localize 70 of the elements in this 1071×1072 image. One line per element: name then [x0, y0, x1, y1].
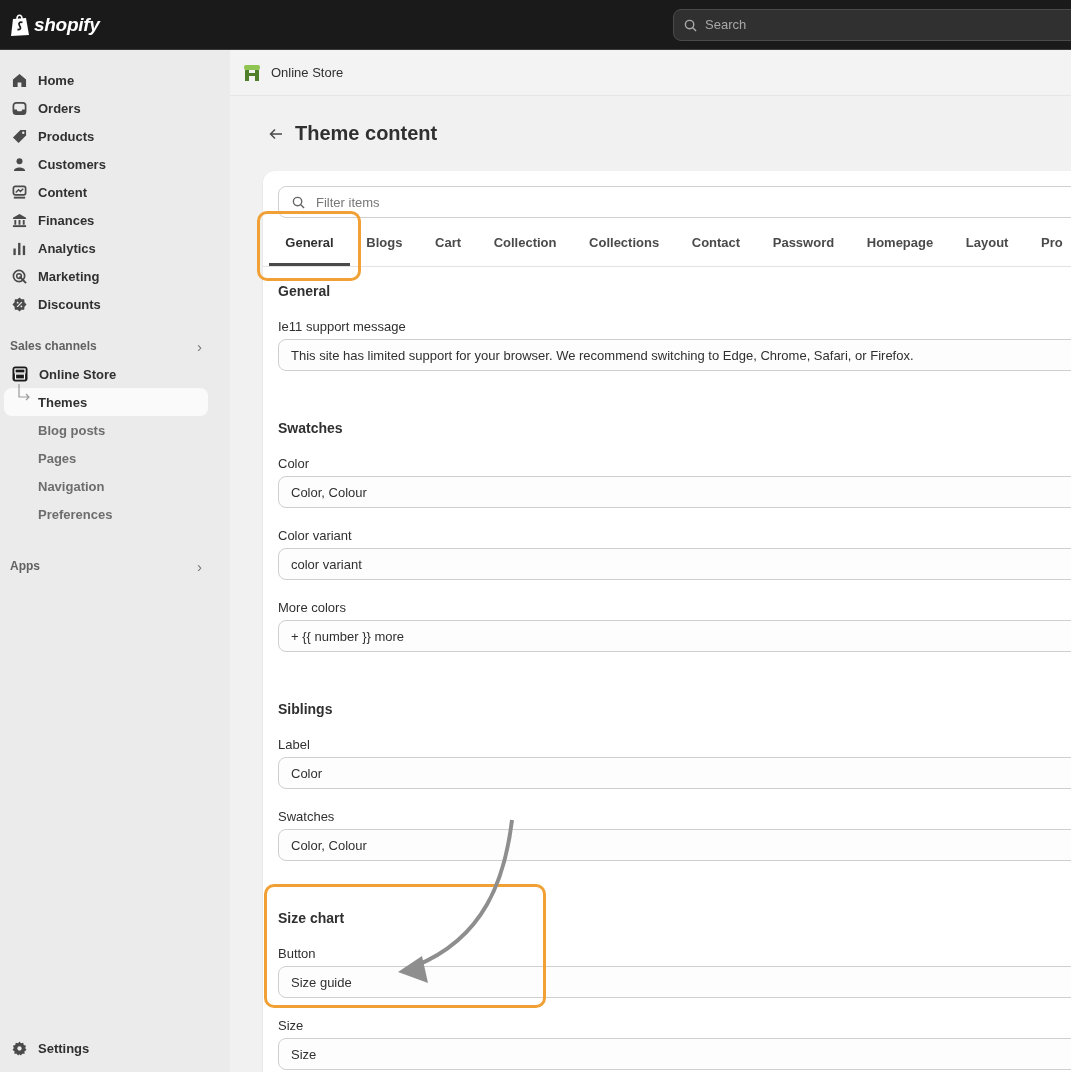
logo-text[interactable]: shopify	[34, 13, 100, 36]
tab[interactable]: Layout	[949, 218, 1025, 266]
section-heading: Swatches	[278, 420, 344, 438]
nav-item[interactable]: Navigation	[4, 472, 208, 500]
nav-item[interactable]: Settings	[38, 1040, 90, 1056]
tab[interactable]: Contact	[675, 218, 757, 266]
text-field[interactable]: Color, Colour	[278, 829, 1071, 861]
page-title: Theme content	[295, 122, 438, 145]
nav-item[interactable]: Discounts	[38, 296, 101, 312]
tab[interactable]: Collection	[477, 218, 573, 266]
text-field[interactable]: Size guide	[278, 966, 1071, 998]
chevron-icon[interactable]: ›	[197, 557, 208, 575]
target-icon	[12, 268, 27, 284]
nav-item[interactable]: Products	[38, 128, 95, 144]
text-field[interactable]: This site has limited support for your browser. We recommend switching to Edge, Chrome, Safari, or Firefox.	[278, 339, 1071, 371]
tab[interactable]: General	[269, 218, 350, 266]
tab[interactable]: Password	[756, 218, 851, 266]
monitor-icon	[12, 184, 27, 200]
field-label: More colors	[278, 600, 347, 617]
field-label: Button	[278, 946, 317, 963]
search-field[interactable]: Search	[673, 8, 1071, 41]
chevron-icon[interactable]: ›	[197, 337, 208, 355]
bar-chart-icon	[12, 240, 27, 256]
nav-item[interactable]: Finances	[38, 212, 95, 228]
field-label: Label	[278, 737, 311, 754]
nav-item[interactable]: Pages	[4, 444, 208, 472]
gear-icon	[12, 1040, 27, 1056]
discount-icon	[12, 296, 27, 312]
tab[interactable]: Homepage	[850, 218, 950, 266]
tab[interactable]: Collections	[572, 218, 676, 266]
nav-item[interactable]: Online Store	[39, 366, 117, 382]
section-label[interactable]: Sales channels	[10, 339, 97, 353]
field-label: Color variant	[278, 528, 353, 545]
back-arrow-icon[interactable]	[269, 127, 283, 140]
section-heading: General	[278, 283, 332, 301]
text-field[interactable]: color variant	[278, 548, 1071, 580]
nav-item[interactable]: Blog posts	[4, 416, 208, 444]
nav-item[interactable]: Orders	[38, 100, 81, 116]
header-title: Online Store	[271, 65, 344, 80]
text-field[interactable]: Color	[278, 757, 1071, 789]
shopping-bag-icon	[10, 12, 30, 37]
person-icon	[12, 156, 27, 172]
tab[interactable]: Blogs	[350, 218, 419, 266]
store-icon	[12, 366, 28, 382]
nav-item[interactable]: Preferences	[4, 500, 208, 528]
search-icon	[684, 18, 697, 32]
text-field[interactable]: Size	[278, 1038, 1071, 1070]
tag-icon	[12, 128, 27, 144]
nav-item[interactable]: Customers	[38, 156, 106, 172]
section-label[interactable]: Apps	[10, 559, 40, 573]
field-label: Ie11 support message	[278, 319, 407, 336]
field-label: Size	[278, 1018, 305, 1035]
inbox-icon	[12, 100, 27, 116]
bank-icon	[12, 212, 27, 228]
nav-item[interactable]: Marketing	[38, 268, 100, 284]
filter-field[interactable]: Filter items	[278, 186, 1071, 218]
text-field[interactable]: Color, Colour	[278, 476, 1071, 508]
search-icon	[292, 196, 305, 209]
tab[interactable]: Cart	[418, 218, 478, 266]
section-heading: Siblings	[278, 701, 334, 719]
storefront-icon	[243, 63, 261, 82]
nav-item[interactable]: Analytics	[38, 240, 96, 256]
tab[interactable]: Pro	[1024, 218, 1071, 266]
section-heading: Size chart	[278, 910, 346, 928]
field-label: Swatches	[278, 809, 336, 826]
nav-item[interactable]: Home	[38, 72, 75, 88]
field-label: Color	[278, 456, 311, 473]
text-field[interactable]: + {{ number }} more	[278, 620, 1071, 652]
house-icon	[12, 72, 27, 88]
nav-item[interactable]: Content	[38, 184, 88, 200]
